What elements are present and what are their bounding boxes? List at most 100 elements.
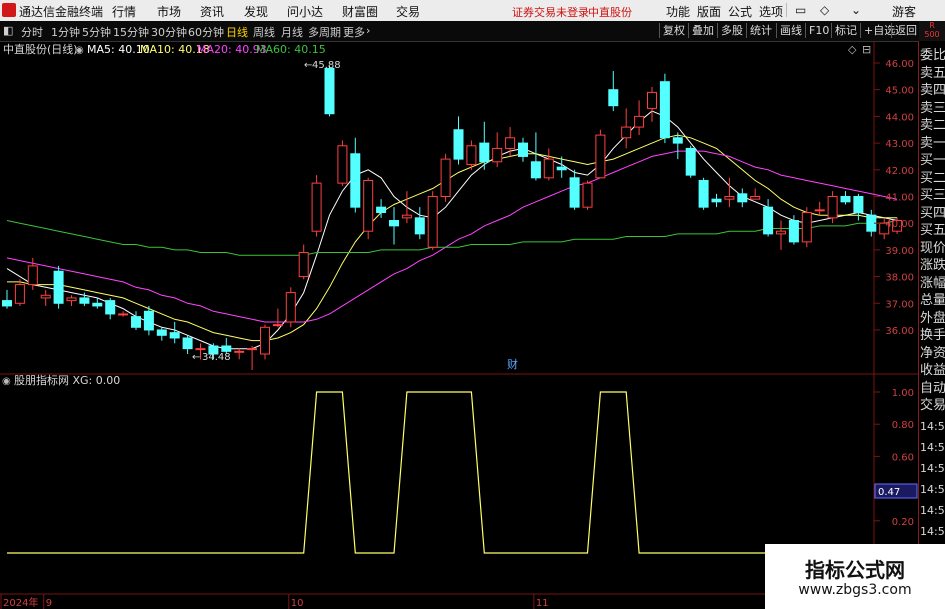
candle[interactable] xyxy=(105,297,116,320)
tab-period-15min[interactable]: 15分钟 xyxy=(113,24,149,40)
candle[interactable] xyxy=(814,201,825,216)
candle[interactable] xyxy=(401,191,412,224)
indicator-title: 股朋指标网 XG: 0.00 xyxy=(14,373,120,387)
multi-stock-button[interactable]: 多股 xyxy=(717,23,746,38)
candle[interactable] xyxy=(427,191,438,250)
tab-period-intraday[interactable]: 分时 xyxy=(21,24,43,40)
candle[interactable] xyxy=(750,188,761,200)
candle[interactable] xyxy=(621,108,632,149)
candle[interactable] xyxy=(530,132,541,181)
candle[interactable] xyxy=(737,188,748,208)
overlay-button[interactable]: 叠加 xyxy=(688,23,717,38)
menu-item-discover[interactable]: 发现 xyxy=(244,3,268,20)
candle[interactable] xyxy=(776,220,786,250)
tab-period-more[interactable]: 更多 xyxy=(343,24,365,40)
candle[interactable] xyxy=(66,295,77,306)
candle[interactable] xyxy=(2,289,12,309)
candle[interactable] xyxy=(285,287,296,328)
candle[interactable] xyxy=(298,244,309,280)
candle[interactable] xyxy=(685,145,696,178)
candle[interactable] xyxy=(711,193,722,208)
diamond-icon[interactable]: ◇ xyxy=(848,43,857,56)
statistics-button[interactable]: 统计 xyxy=(746,23,775,38)
return-button[interactable]: 返回 xyxy=(891,23,920,38)
candle[interactable] xyxy=(518,137,528,162)
menu-item-wealth[interactable]: 财富圈 xyxy=(342,3,378,20)
menu-item-quotes[interactable]: 行情 xyxy=(112,3,136,20)
menu-item-function[interactable]: 功能 xyxy=(666,3,690,20)
candle[interactable] xyxy=(14,279,25,306)
candle[interactable] xyxy=(801,207,812,248)
candle[interactable] xyxy=(453,116,464,165)
tab-period-60min[interactable]: 60分钟 xyxy=(188,24,224,40)
candle[interactable] xyxy=(53,265,64,309)
candle[interactable] xyxy=(169,321,180,344)
candle[interactable] xyxy=(272,308,283,328)
candle[interactable] xyxy=(414,207,425,240)
guest-label[interactable]: 游客 xyxy=(892,3,916,20)
candle[interactable] xyxy=(634,100,645,136)
candle[interactable] xyxy=(363,177,374,240)
candle[interactable] xyxy=(156,327,167,341)
candle[interactable] xyxy=(440,153,451,202)
window-restore-icon[interactable]: ◇ xyxy=(820,3,829,17)
window-minimize-icon[interactable]: ▭ xyxy=(795,3,806,17)
candle[interactable] xyxy=(376,199,387,218)
candle[interactable] xyxy=(40,289,51,306)
tab-period-30min[interactable]: 30分钟 xyxy=(151,24,187,40)
candle[interactable] xyxy=(247,345,258,371)
candle[interactable] xyxy=(118,311,129,317)
candle[interactable] xyxy=(311,175,322,237)
tab-period-daily[interactable]: 日线 xyxy=(226,24,248,40)
candle[interactable] xyxy=(569,169,580,210)
kline-chart-area[interactable]: 46.00 45.00 44.00 43.00 42.00 41.00 40.00 39.00… xyxy=(0,41,918,609)
settings-circle-icon[interactable]: ◉ xyxy=(75,45,84,56)
candle[interactable] xyxy=(337,140,348,186)
candle[interactable] xyxy=(182,335,193,354)
menu-item-news[interactable]: 资讯 xyxy=(200,3,224,20)
tab-period-monthly[interactable]: 月线 xyxy=(281,24,303,40)
window-stock-title: 中直股份 xyxy=(588,6,632,19)
tab-period-1min[interactable]: 1分钟 xyxy=(51,24,80,40)
menu-item-market[interactable]: 市场 xyxy=(157,3,181,20)
candle[interactable] xyxy=(324,65,335,117)
candle[interactable] xyxy=(853,193,864,221)
candlestick-series[interactable] xyxy=(2,65,903,371)
candle[interactable] xyxy=(840,191,851,205)
tab-period-weekly[interactable]: 周线 xyxy=(253,24,275,40)
candle[interactable] xyxy=(389,207,399,245)
candle[interactable] xyxy=(234,348,245,360)
back-icon[interactable]: ◧ xyxy=(3,24,13,37)
candle-body-up xyxy=(311,182,322,232)
more-arrow-icon[interactable]: › xyxy=(366,24,370,37)
restore-right-button[interactable]: 复权 xyxy=(659,23,688,38)
trade-login-notice[interactable]: 证券交易未登录 xyxy=(512,4,589,20)
candle[interactable] xyxy=(350,137,361,213)
candle[interactable] xyxy=(698,177,709,210)
indicator-panel[interactable] xyxy=(7,391,898,554)
menu-item-layout[interactable]: 版面 xyxy=(697,3,721,20)
candle[interactable] xyxy=(582,180,593,210)
indicator-settings-icon[interactable]: ◉ xyxy=(2,376,11,387)
menu-item-formula[interactable]: 公式 xyxy=(728,3,752,20)
tab-period-5min[interactable]: 5分钟 xyxy=(82,24,111,40)
finance-marker[interactable]: 财 xyxy=(507,357,518,371)
candle[interactable] xyxy=(595,129,606,179)
draw-line-button[interactable]: 画线 xyxy=(776,23,805,38)
mark-button[interactable]: 标记 xyxy=(831,23,860,38)
candle[interactable] xyxy=(608,71,619,112)
collapse-icon[interactable]: ⊟ xyxy=(862,43,871,56)
candle[interactable] xyxy=(492,132,503,168)
window-dropdown-icon[interactable]: ⌄ xyxy=(851,3,861,17)
candle[interactable] xyxy=(543,148,554,181)
candle[interactable] xyxy=(672,132,683,160)
tab-period-multi[interactable]: 多周期 xyxy=(308,24,341,40)
candle[interactable] xyxy=(647,87,657,122)
menu-item-options[interactable]: 选项 xyxy=(759,3,783,20)
candle[interactable] xyxy=(260,324,270,360)
menu-item-trade[interactable]: 交易 xyxy=(396,3,420,20)
menu-item-ask[interactable]: 问小达 xyxy=(287,3,323,20)
f10-button[interactable]: F10 xyxy=(805,23,832,38)
candle[interactable] xyxy=(763,199,774,237)
candle[interactable] xyxy=(659,73,670,144)
